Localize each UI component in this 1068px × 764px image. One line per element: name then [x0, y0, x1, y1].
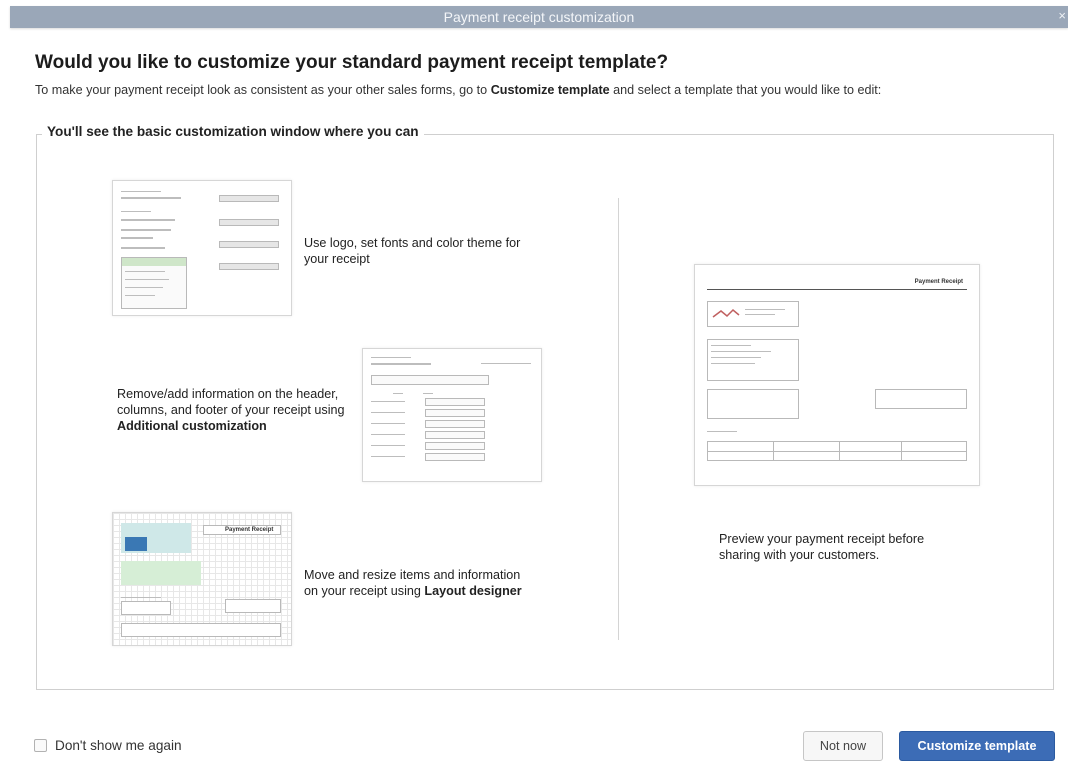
- feature-additional-text: Remove/add information on the header, co…: [117, 387, 345, 433]
- additional-customization-thumbnail: [362, 348, 542, 482]
- preview-receipt-title: Payment Receipt: [914, 279, 963, 285]
- layout-receipt-title: Payment Receipt: [225, 527, 274, 533]
- not-now-button[interactable]: Not now: [803, 731, 883, 761]
- vertical-divider: [618, 198, 619, 640]
- receipt-preview-thumbnail: Payment Receipt: [694, 264, 980, 486]
- customize-template-button[interactable]: Customize template: [899, 731, 1055, 761]
- feature-layout-text: Move and resize items and information on…: [304, 568, 522, 598]
- basic-customization-thumbnail: [112, 180, 292, 316]
- dialog-title: Payment receipt customization: [443, 9, 635, 25]
- intro-text: To make your payment receipt look as con…: [35, 83, 882, 97]
- dialog-headline: Would you like to customize your standar…: [35, 52, 669, 73]
- group-legend: You'll see the basic customization windo…: [42, 124, 424, 139]
- dont-show-label[interactable]: Don't show me again: [55, 738, 182, 753]
- company-logo-icon: [712, 308, 740, 318]
- dont-show-again[interactable]: Don't show me again: [34, 738, 182, 753]
- preview-text: Preview your payment receipt before shar…: [719, 532, 925, 562]
- feature-basic-text: Use logo, set fonts and color theme for …: [304, 236, 521, 266]
- customize-template-mention: Customize template: [490, 83, 610, 97]
- layout-designer-thumbnail: Payment Receipt: [112, 512, 292, 646]
- close-icon[interactable]: ×: [1058, 8, 1066, 23]
- dialog-title-bar: Payment receipt customization ×: [10, 6, 1068, 28]
- dont-show-checkbox[interactable]: [34, 739, 47, 752]
